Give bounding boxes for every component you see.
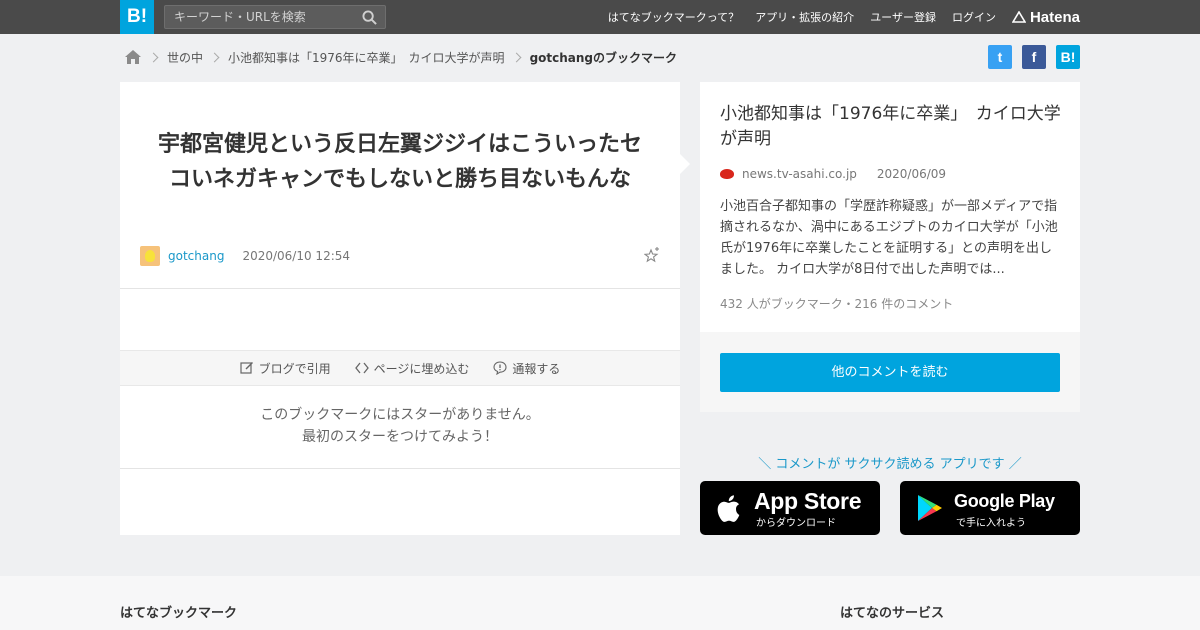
bookmark-actions: ブログで引用 ページに埋め込む 通報する bbox=[120, 350, 680, 386]
app-promo-text[interactable]: ＼ コメントが サクサク読める アプリです ／ bbox=[700, 453, 1080, 472]
read-other-comments-button[interactable]: 他のコメントを読む bbox=[720, 353, 1060, 392]
chevron-right-icon bbox=[148, 52, 159, 62]
no-star-message: このブックマークにはスターがありません。 最初のスターをつけてみよう！ bbox=[120, 404, 680, 448]
entry-footer: 他のコメントを読む bbox=[700, 332, 1080, 412]
footer-heading-bookmark: はてなブックマーク bbox=[120, 606, 238, 621]
edit-icon bbox=[239, 362, 253, 374]
bookmark-comment: 宇都宮健児という反日左翼ジジイはこういったセコいネガキャンでもしないと勝ち目ない… bbox=[157, 132, 642, 192]
twitter-share-button[interactable]: t bbox=[988, 45, 1012, 69]
site-favicon-icon bbox=[720, 169, 734, 179]
search-icon[interactable] bbox=[362, 10, 377, 25]
breadcrumb-entry[interactable]: 小池都知事は「1976年に卒業」 カイロ大学が声明 bbox=[228, 49, 505, 66]
breadcrumb: 世の中 小池都知事は「1976年に卒業」 カイロ大学が声明 gotchangのブ… bbox=[124, 47, 677, 67]
divider bbox=[120, 468, 680, 469]
embed-button[interactable]: ページに埋め込む bbox=[354, 360, 470, 377]
google-play-badge[interactable]: Google Play で手に入れよう bbox=[900, 481, 1080, 535]
hatebu-share-button[interactable]: B! bbox=[1056, 45, 1080, 69]
entry-summary: 小池百合子都知事の「学歴詐称疑惑」が一部メディアで指摘されるなか、渦中にあるエジ… bbox=[720, 199, 1058, 277]
entry-source: news.tv-asahi.co.jp 2020/06/09 bbox=[720, 167, 946, 181]
top-bar: B! はてなブックマークって？ アプリ・拡張の紹介 ユーザー登録 ログイン Ha… bbox=[0, 0, 1200, 34]
top-nav: はてなブックマークって？ アプリ・拡張の紹介 ユーザー登録 ログイン Haten… bbox=[592, 0, 1080, 34]
entry-stats[interactable]: 432 人がブックマーク・216 件のコメント bbox=[720, 295, 953, 312]
app-store-badge[interactable]: App Store からダウンロード bbox=[700, 481, 880, 535]
app-store-sub: からダウンロード bbox=[756, 518, 836, 529]
report-icon bbox=[493, 361, 507, 375]
add-star-icon[interactable] bbox=[644, 246, 660, 264]
divider bbox=[120, 288, 680, 289]
nav-apps[interactable]: アプリ・拡張の紹介 bbox=[755, 9, 854, 25]
nav-about[interactable]: はてなブックマークって？ bbox=[608, 9, 739, 25]
quote-in-blog-button[interactable]: ブログで引用 bbox=[239, 360, 331, 377]
report-label: 通報する bbox=[512, 361, 561, 376]
username-link[interactable]: gotchang bbox=[168, 249, 224, 263]
chevron-right-icon bbox=[511, 52, 522, 62]
bookmark-card: 宇都宮健児という反日左翼ジジイはこういったセコいネガキャンでもしないと勝ち目ない… bbox=[120, 82, 690, 535]
app-store-name: App Store bbox=[754, 488, 862, 514]
google-play-sub: で手に入れよう bbox=[956, 518, 1026, 529]
hatena-logo-icon bbox=[1011, 11, 1026, 23]
breadcrumb-current: gotchangのブックマーク bbox=[529, 50, 678, 65]
facebook-share-button[interactable]: f bbox=[1022, 45, 1046, 69]
entry-title-link[interactable]: 小池都知事は「1976年に卒業」 カイロ大学が声明 bbox=[720, 102, 1065, 152]
code-brackets-icon bbox=[354, 362, 369, 374]
entry-card: 小池都知事は「1976年に卒業」 カイロ大学が声明 news.tv-asahi.… bbox=[700, 82, 1080, 332]
no-star-line-1: このブックマークにはスターがありません。 bbox=[260, 407, 540, 423]
chevron-right-icon bbox=[209, 52, 220, 62]
report-button[interactable]: 通報する bbox=[493, 360, 560, 377]
breadcrumb-category[interactable]: 世の中 bbox=[167, 49, 203, 66]
quote-in-blog-label: ブログで引用 bbox=[258, 361, 331, 376]
search-box[interactable] bbox=[164, 5, 386, 29]
google-play-icon bbox=[918, 495, 942, 521]
card-pointer bbox=[680, 154, 690, 174]
hatena-brand-text: Hatena bbox=[1029, 8, 1080, 26]
search-input[interactable] bbox=[165, 6, 355, 28]
nav-login[interactable]: ログイン bbox=[952, 9, 996, 25]
hatebu-logo[interactable]: B! bbox=[120, 0, 154, 34]
entry-date: 2020/06/09 bbox=[876, 167, 947, 181]
entry-domain-link[interactable]: news.tv-asahi.co.jp bbox=[742, 167, 857, 181]
hatena-brand[interactable]: Hatena bbox=[1011, 8, 1080, 26]
no-star-line-2: 最初のスターをつけてみよう！ bbox=[302, 429, 498, 445]
avatar[interactable] bbox=[140, 246, 160, 266]
footer-heading-services: はてなのサービス bbox=[840, 606, 945, 621]
bookmark-timestamp[interactable]: 2020/06/10 12:54 bbox=[242, 249, 350, 263]
share-buttons: t f B! bbox=[988, 45, 1080, 69]
footer: はてなブックマーク はてなのサービス bbox=[0, 576, 1200, 630]
google-play-name: Google Play bbox=[954, 491, 1055, 511]
embed-label: ページに埋め込む bbox=[373, 361, 470, 376]
apple-icon bbox=[717, 495, 740, 522]
bookmark-meta: gotchang 2020/06/10 12:54 bbox=[140, 246, 660, 266]
nav-register[interactable]: ユーザー登録 bbox=[870, 9, 936, 25]
home-icon[interactable] bbox=[124, 49, 142, 65]
